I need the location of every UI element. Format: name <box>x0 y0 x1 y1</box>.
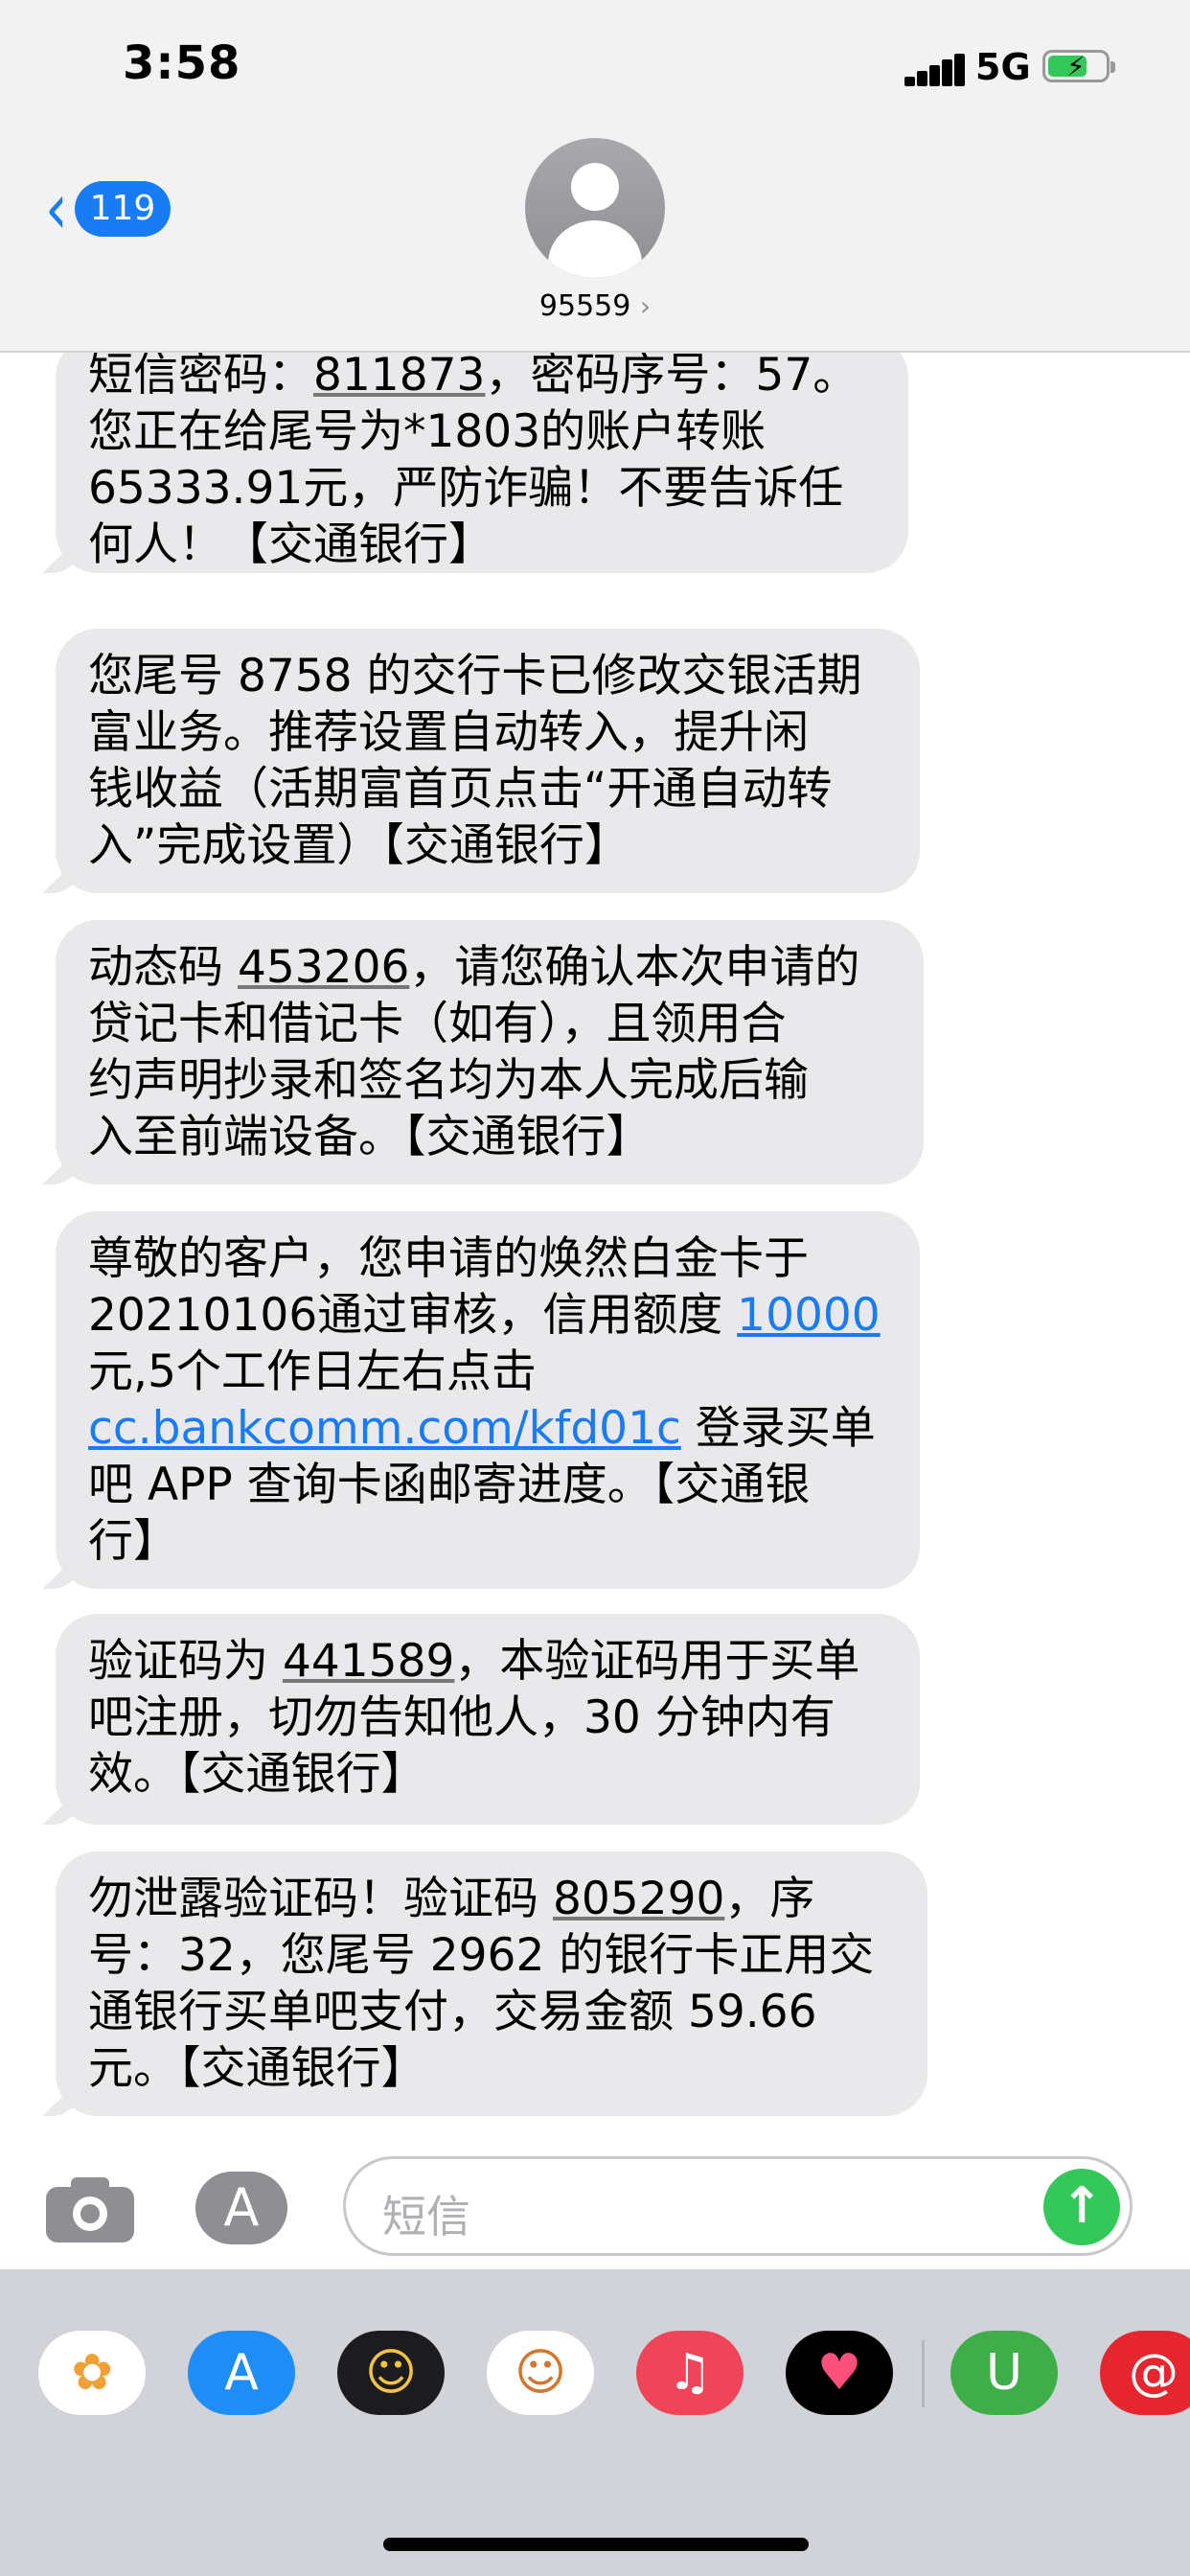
message-text: 65333.91元，严防诈骗！不要告诉任 <box>88 462 844 515</box>
message-text: 您尾号 8758 的交行卡已修改交银活期 <box>88 650 862 702</box>
message-line: 效。【交通银行】 <box>88 1746 887 1803</box>
back-button[interactable]: ‹ 119 <box>42 168 172 250</box>
app-store-icon: A <box>223 2177 260 2238</box>
message-text: ，请您确认本次申请的 <box>409 941 860 994</box>
photos-app-icon[interactable]: ✿ <box>38 2331 146 2415</box>
bank-app-icon[interactable]: U <box>950 2331 1058 2415</box>
message-text: 20210106通过审核，信用额度 <box>88 1289 738 1342</box>
message-line: 动态码 453206，请您确认本次申请的 <box>88 939 891 996</box>
message-text: 动态码 <box>88 941 238 994</box>
detected-code[interactable]: 805290 <box>553 1873 724 1925</box>
message-line: 65333.91元，严防诈骗！不要告诉任 <box>88 460 876 517</box>
message-line: 短信密码：811873，密码序号：57。 <box>88 353 876 403</box>
message-line: 约声明抄录和签名均为本人完成后输 <box>88 1052 891 1109</box>
message-text: 短信密码： <box>88 353 313 402</box>
message-line: 吧 APP 查询卡函邮寄进度。【交通银 <box>88 1457 887 1513</box>
message-line: 元,5个工作日左右点击 <box>88 1344 887 1400</box>
message-text: 吧 APP 查询卡函邮寄进度。【交通银 <box>88 1459 811 1511</box>
message-line: 您尾号 8758 的交行卡已修改交银活期 <box>88 648 887 704</box>
message-text: 勿泄露验证码！验证码 <box>88 1873 553 1925</box>
message-line: 贷记卡和借记卡（如有），且领用合 <box>88 996 891 1052</box>
message-text: 登录买单 <box>680 1402 876 1455</box>
message-bubble[interactable]: 您尾号 8758 的交行卡已修改交银活期 富业务。推荐设置自动转入，提升闲 钱收益（… <box>56 629 920 893</box>
memoji-stickers-app-icon[interactable]: ☺ <box>487 2331 594 2415</box>
message-text: 通银行买单吧支付，交易金额 59.66 <box>88 1986 817 2038</box>
message-link[interactable]: 10000 <box>737 1289 881 1342</box>
chevron-left-icon: ‹ <box>44 168 68 250</box>
message-line: 20210106通过审核，信用额度 10000 <box>88 1287 887 1344</box>
message-text: 验证码为 <box>88 1635 283 1688</box>
message-text: ，密码序号：57。 <box>485 353 858 402</box>
message-line: 勿泄露验证码！验证码 805290，序 <box>88 1871 895 1927</box>
message-line: 入至前端设备。【交通银行】 <box>88 1109 891 1165</box>
message-input[interactable]: 短信 ↑ <box>343 2156 1133 2256</box>
message-line: 您正在给尾号为*1803的账户转账 <box>88 403 876 460</box>
message-line: 钱收益（活期富首页点击“开通自动转 <box>88 761 887 817</box>
chevron-right-icon: › <box>639 290 652 322</box>
home-indicator[interactable] <box>383 2538 809 2551</box>
battery-charging-icon: ⚡ <box>1042 50 1115 82</box>
message-bubble[interactable]: 验证码为 441589，本验证码用于买单 吧注册，切勿告知他人，30 分钟内有 效。… <box>56 1614 920 1825</box>
message-line: 吧注册，切勿告知他人，30 分钟内有 <box>88 1690 887 1746</box>
message-text: 元。【交通银行】 <box>88 2042 426 2095</box>
message-bubble[interactable]: 尊敬的客户，您申请的焕然白金卡于 20210106通过审核，信用额度 10000 元… <box>56 1211 920 1589</box>
imessage-app-drawer: ✿ A ☺ ☺ ♫ ♥ U @ <box>0 2269 1190 2576</box>
message-text: 约声明抄录和签名均为本人完成后输 <box>88 1054 809 1107</box>
arrow-up-icon: ↑ <box>1061 2177 1103 2235</box>
conversation-header: 3:58 5G ⚡ ‹ 119 95559 › <box>0 0 1190 353</box>
app-store-app-icon[interactable]: A <box>188 2331 295 2415</box>
send-button[interactable]: ↑ <box>1043 2169 1120 2245</box>
message-line: 通银行买单吧支付，交易金额 59.66 <box>88 1984 895 2040</box>
message-text: 您正在给尾号为*1803的账户转账 <box>88 405 767 458</box>
message-link[interactable]: cc.bankcomm.com/kfd01c <box>88 1402 681 1455</box>
music-app-icon[interactable]: ♫ <box>636 2331 744 2415</box>
message-text: 何人！【交通银行】 <box>88 518 493 571</box>
message-text: 钱收益（活期富首页点击“开通自动转 <box>88 763 833 816</box>
message-line: 尊敬的客户，您申请的焕然白金卡于 <box>88 1230 887 1287</box>
message-line: 富业务。推荐设置自动转入，提升闲 <box>88 704 887 761</box>
cellular-signal-icon <box>904 54 966 86</box>
network-type: 5G <box>975 46 1031 88</box>
unread-count-badge: 119 <box>74 181 172 237</box>
message-line: 行】 <box>88 1513 887 1570</box>
message-line: 验证码为 441589，本验证码用于买单 <box>88 1633 887 1690</box>
message-line: cc.bankcomm.com/kfd01c 登录买单 <box>88 1400 887 1457</box>
message-text: 尊敬的客户，您申请的焕然白金卡于 <box>88 1232 809 1285</box>
digital-touch-app-icon[interactable]: ♥ <box>786 2331 893 2415</box>
message-text: 效。【交通银行】 <box>88 1748 426 1801</box>
message-thread[interactable]: 短信密码：811873，密码序号：57。 您正在给尾号为*1803的账户转账 653… <box>0 353 1190 2137</box>
apps-button[interactable]: A <box>195 2172 287 2244</box>
message-text: 入”完成设置）【交通银行】 <box>88 819 629 872</box>
netease-music-app-icon[interactable]: @ <box>1100 2331 1190 2415</box>
message-bubble[interactable]: 动态码 453206，请您确认本次申请的 贷记卡和借记卡（如有），且领用合 约声明抄… <box>56 920 924 1184</box>
message-line: 入”完成设置）【交通银行】 <box>88 817 887 874</box>
detected-code[interactable]: 441589 <box>283 1635 454 1688</box>
message-bubble[interactable]: 勿泄露验证码！验证码 805290，序 号：32，您尾号 2962 的银行卡正用交… <box>56 1852 927 2116</box>
message-line: 何人！【交通银行】 <box>88 517 876 573</box>
message-text: 元,5个工作日左右点击 <box>88 1346 537 1398</box>
message-text: ，本验证码用于买单 <box>454 1635 860 1688</box>
message-text: 行】 <box>88 1515 178 1568</box>
contact-number: 95559 <box>538 289 631 323</box>
memoji-camera-app-icon[interactable]: ☺ <box>337 2331 445 2415</box>
message-bubble[interactable]: 短信密码：811873，密码序号：57。 您正在给尾号为*1803的账户转账 653… <box>56 353 908 573</box>
message-line: 元。【交通银行】 <box>88 2040 895 2097</box>
message-text: 贷记卡和借记卡（如有），且领用合 <box>88 998 787 1050</box>
message-text: ，序 <box>724 1873 815 1925</box>
detected-code[interactable]: 811873 <box>313 353 485 402</box>
app-drawer-divider <box>922 2340 925 2407</box>
status-time: 3:58 <box>123 36 241 90</box>
message-text: 号：32，您尾号 2962 的银行卡正用交 <box>88 1929 875 1982</box>
contact-name[interactable]: 95559 › <box>0 289 1190 323</box>
message-line: 号：32，您尾号 2962 的银行卡正用交 <box>88 1927 895 1984</box>
message-text: 入至前端设备。【交通银行】 <box>88 1111 652 1163</box>
camera-button[interactable] <box>46 2174 134 2242</box>
detected-code[interactable]: 453206 <box>238 941 409 994</box>
contact-avatar[interactable] <box>525 138 665 278</box>
message-text: 吧注册，切勿告知他人，30 分钟内有 <box>88 1691 835 1744</box>
message-text: 富业务。推荐设置自动转入，提升闲 <box>88 706 809 759</box>
message-input-placeholder: 短信 <box>382 2191 470 2242</box>
